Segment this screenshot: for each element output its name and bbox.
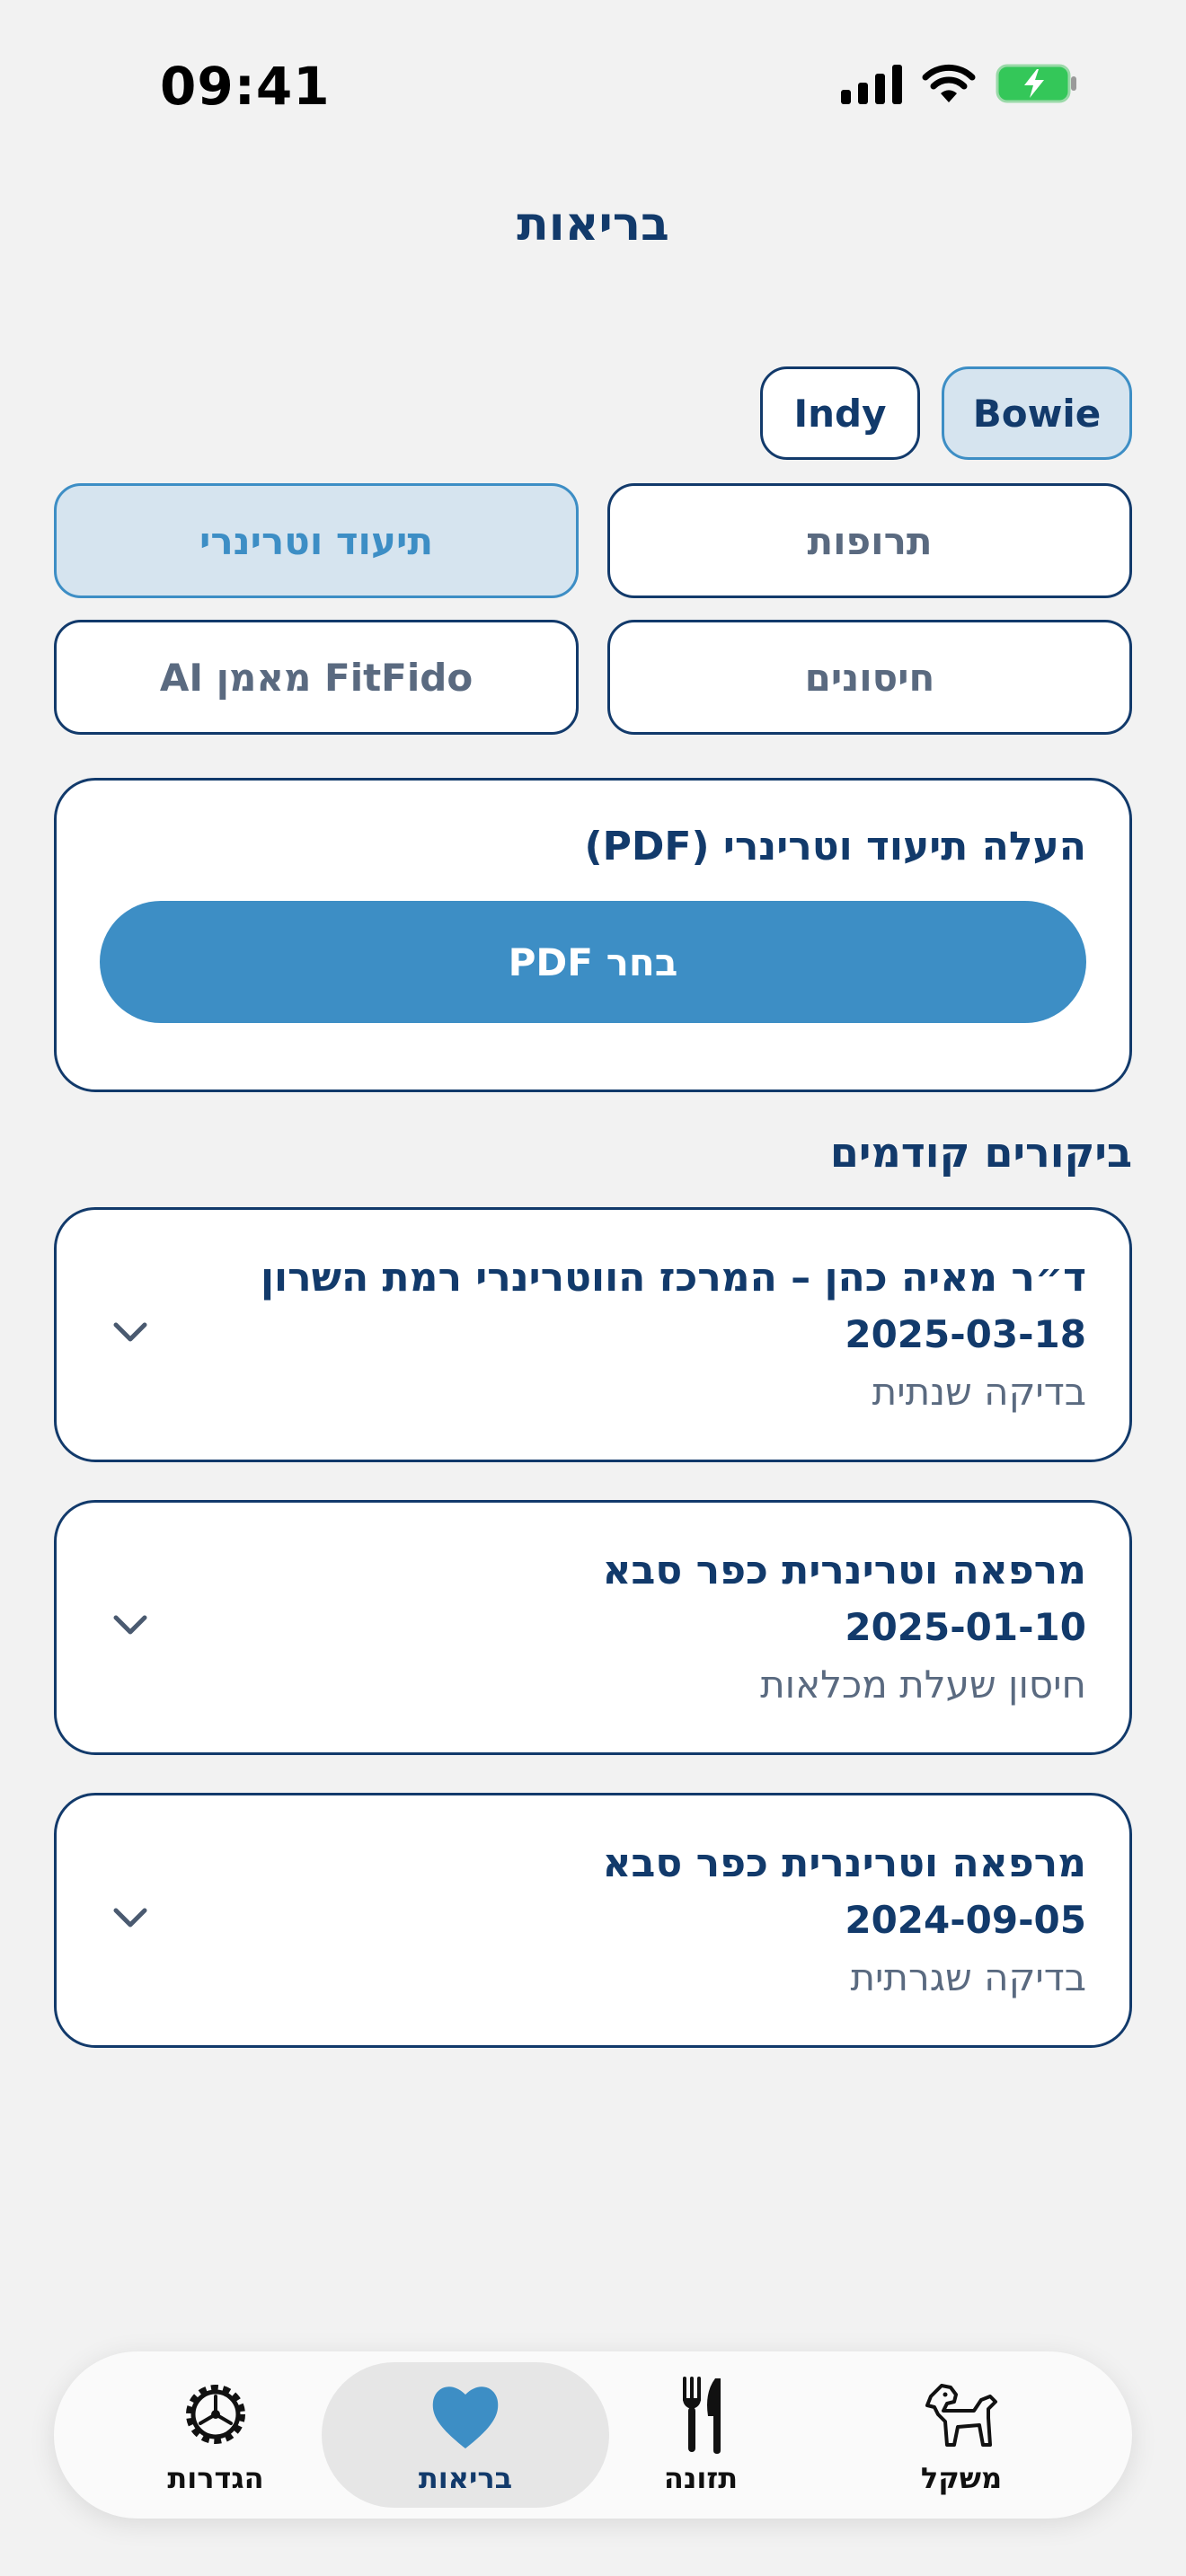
chevron-down-icon[interactable]: [109, 1896, 152, 1939]
tab-label: משקל: [920, 2461, 1003, 2495]
heart-icon: [432, 2386, 499, 2448]
visit-card[interactable]: ד״ר מאיה כהן – המרכז הווטרינרי רמת השרון…: [54, 1207, 1132, 1462]
upload-title: העלה תיעוד וטרינרי (PDF): [584, 824, 1087, 869]
fork-knife-icon: [683, 2377, 721, 2454]
pet-chip-bowie[interactable]: Bowie: [942, 366, 1132, 460]
status-icons: [841, 63, 1078, 104]
visit-type: בדיקה שגרתית: [850, 1955, 1086, 1999]
health-screen: 09:41 בריאות Bowie Indy תרופות תיעוד וטר…: [0, 0, 1186, 2576]
segment-vaccinations[interactable]: חיסונים: [607, 620, 1132, 735]
status-time: 09:41: [160, 56, 331, 117]
wifi-icon: [922, 64, 976, 102]
chevron-down-icon[interactable]: [109, 1310, 152, 1354]
battery-charging-icon: [996, 64, 1076, 103]
visit-title: ד״ר מאיה כהן – המרכז הווטרינרי רמת השרון: [260, 1255, 1086, 1301]
gear-icon: [186, 2385, 245, 2444]
tab-weight[interactable]: משקל: [818, 2362, 1105, 2508]
tab-label: תזונה: [663, 2461, 739, 2495]
pet-chip-indy[interactable]: Indy: [760, 366, 920, 460]
tab-label: הגדרות: [167, 2461, 264, 2495]
segment-ai-coach[interactable]: FitFido מאמן AI: [54, 620, 579, 735]
status-bar: 09:41: [0, 0, 1186, 171]
tab-health[interactable]: בריאות: [322, 2362, 609, 2508]
segment-medications[interactable]: תרופות: [607, 483, 1132, 598]
visit-title: מרפאה וטרינרית כפר סבא: [602, 1548, 1086, 1593]
visit-date: 2025-03-18: [845, 1312, 1086, 1356]
choose-pdf-button[interactable]: בחר PDF: [100, 901, 1086, 1023]
segment-vet-records[interactable]: תיעוד וטרינרי: [54, 483, 579, 598]
previous-visits-heading: ביקורים קודמים: [829, 1128, 1132, 1177]
visit-date: 2024-09-05: [845, 1898, 1086, 1942]
page-title: בריאות: [517, 198, 669, 251]
tab-label: בריאות: [418, 2461, 513, 2495]
cellular-signal-icon: [841, 63, 902, 104]
visit-card[interactable]: מרפאה וטרינרית כפר סבא 2024-09-05 בדיקה …: [54, 1793, 1132, 2048]
dog-icon: [925, 2384, 997, 2447]
visit-type: חיסון שעלת מכלאות: [760, 1663, 1086, 1707]
tab-settings[interactable]: הגדרות: [72, 2362, 359, 2508]
visit-title: מרפאה וטרינרית כפר סבא: [602, 1840, 1086, 1886]
visit-type: בדיקה שנתית: [872, 1370, 1086, 1414]
upload-card: העלה תיעוד וטרינרי (PDF) בחר PDF: [54, 778, 1132, 1092]
chevron-down-icon[interactable]: [109, 1603, 152, 1646]
tab-bar: משקל תזונה בריאות הגדרות: [54, 2351, 1132, 2519]
visit-card[interactable]: מרפאה וטרינרית כפר סבא 2025-01-10 חיסון …: [54, 1500, 1132, 1755]
visit-date: 2025-01-10: [845, 1605, 1086, 1649]
